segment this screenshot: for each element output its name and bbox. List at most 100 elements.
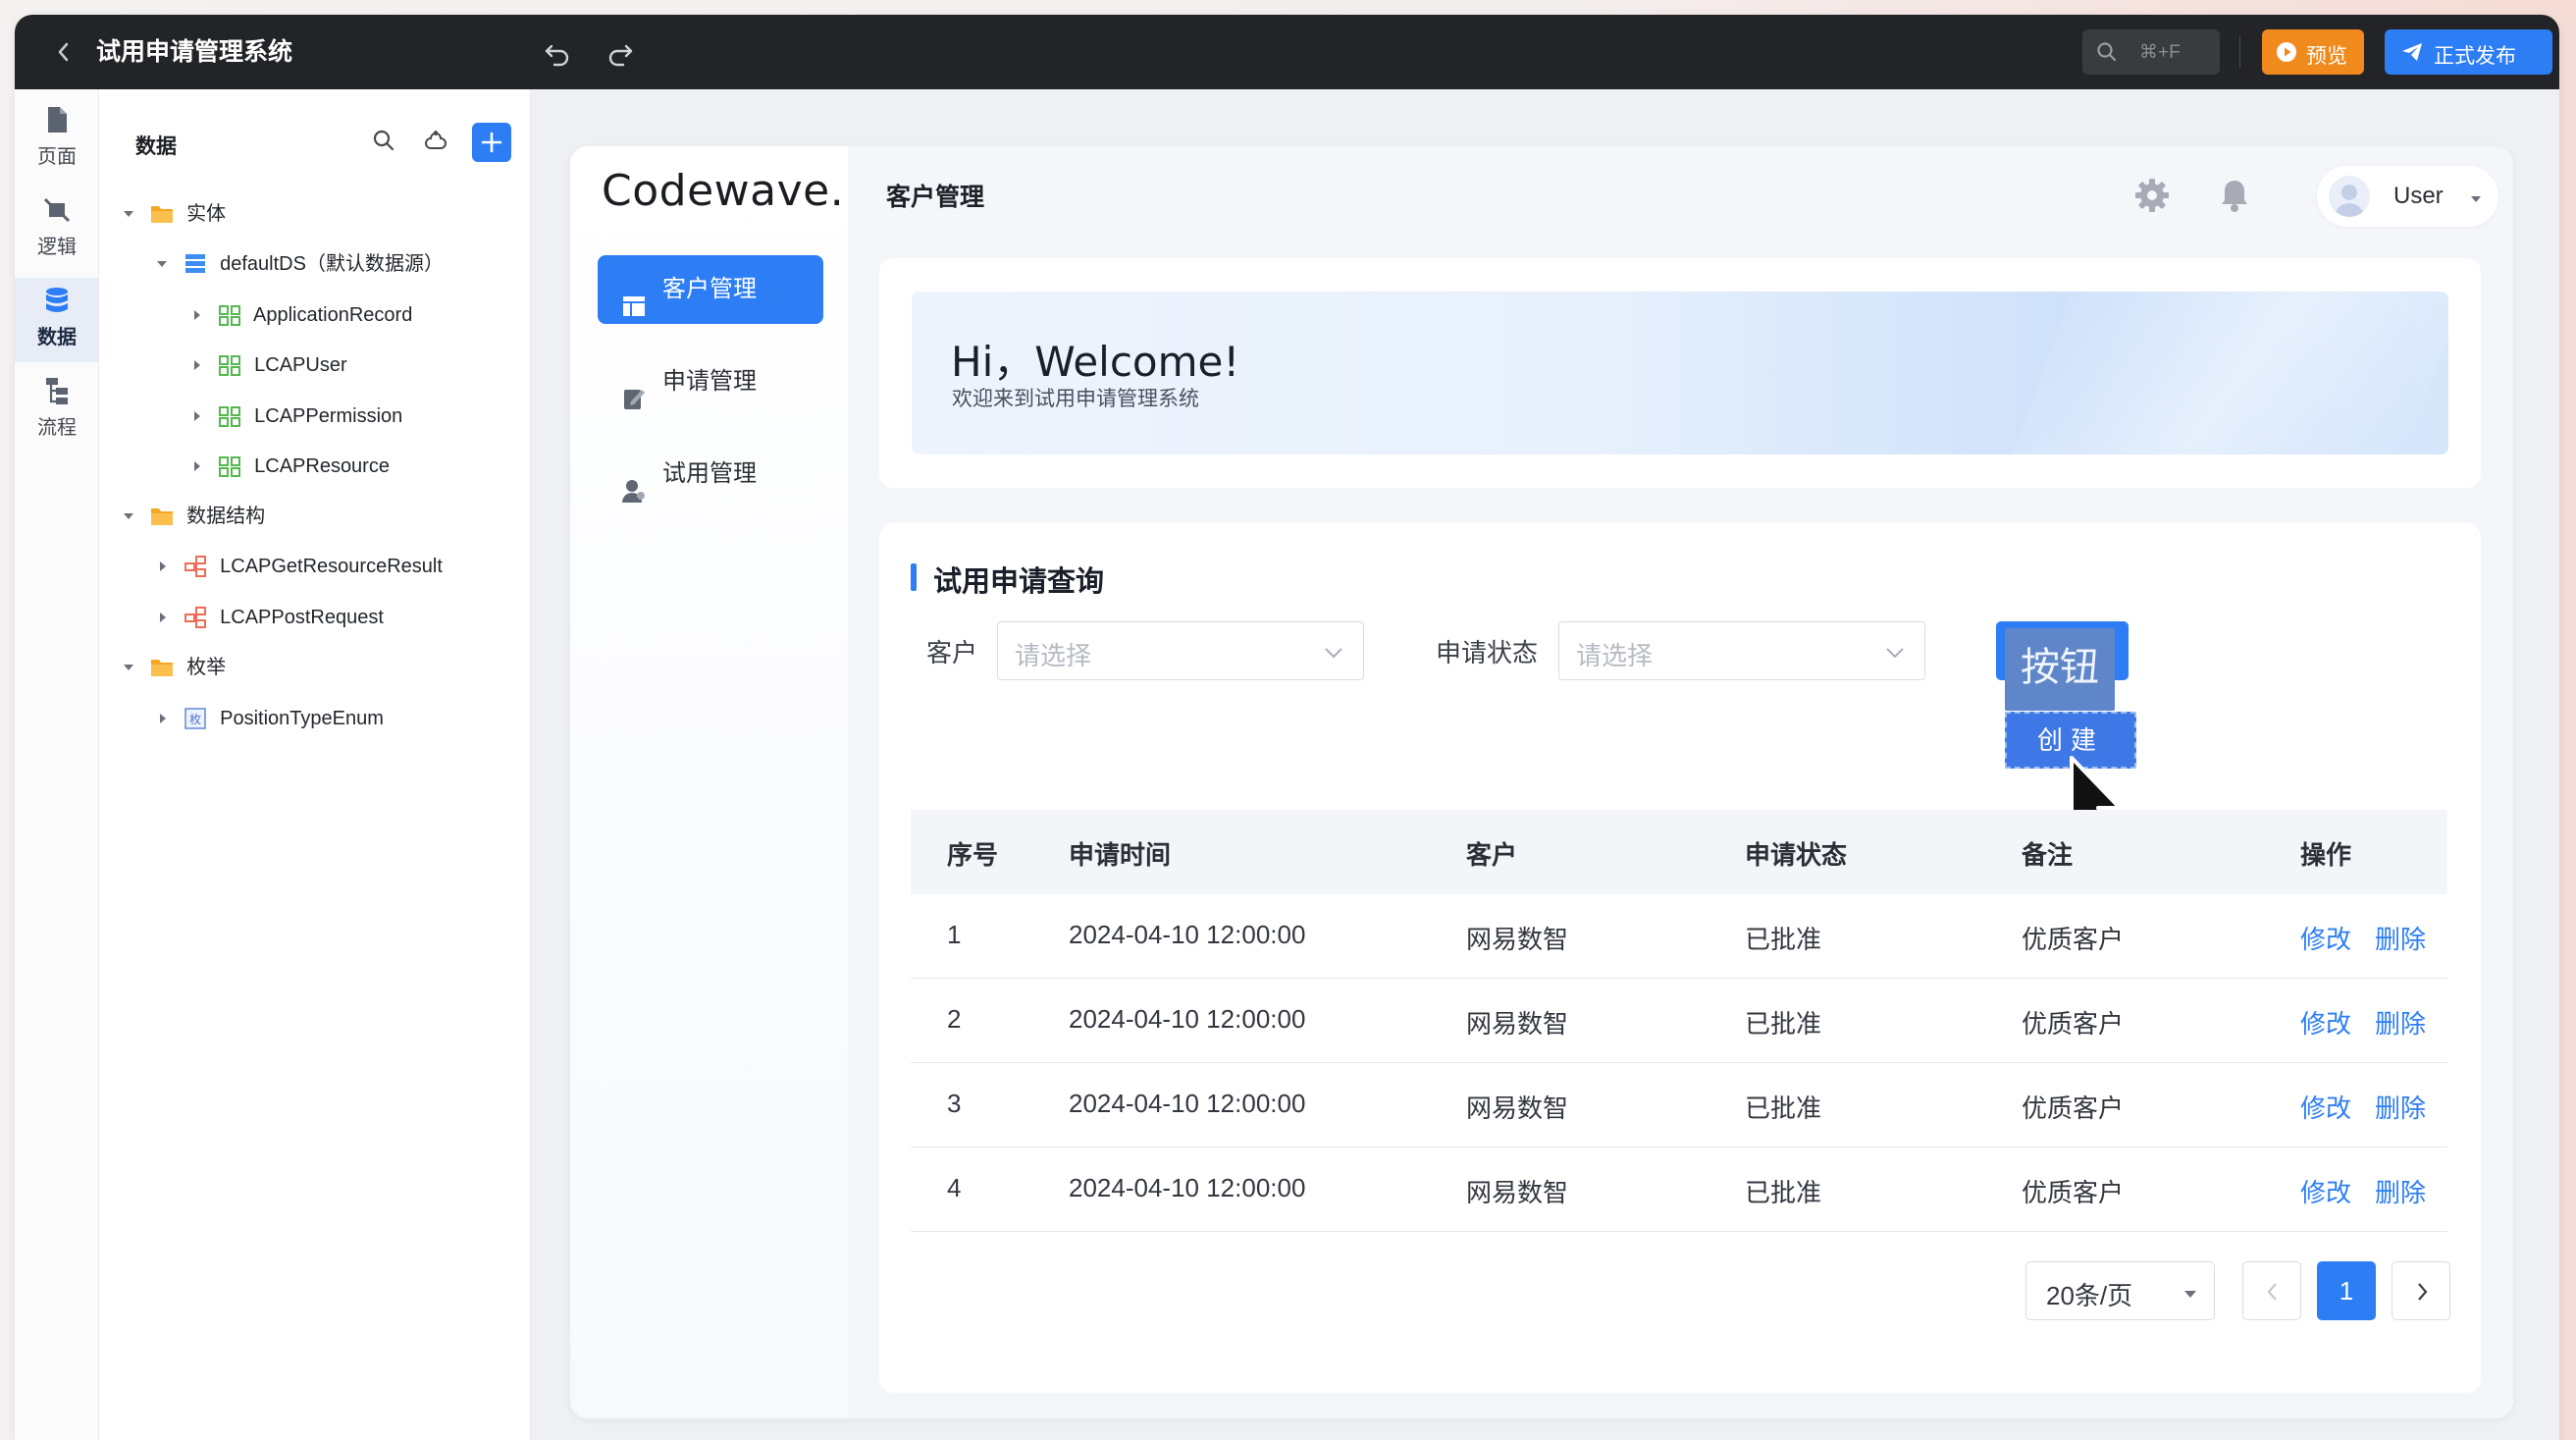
title-accent-bar <box>911 563 917 591</box>
collapse-caret-icon <box>190 297 202 333</box>
add-button[interactable] <box>472 123 511 162</box>
datasource-icon <box>184 246 207 282</box>
customer-select[interactable]: 请选择 <box>997 621 1364 680</box>
tree-label: 数据结构 <box>186 506 266 527</box>
flow-icon <box>43 376 71 405</box>
cell-customer: 网易数智 <box>1466 1178 1569 1207</box>
banner-decoration <box>1993 292 2448 454</box>
preview-label: 预览 <box>2306 45 2347 68</box>
delete-link[interactable]: 删除 <box>2375 1089 2426 1125</box>
cell-time: 2024-04-10 12:00:00 <box>1069 1089 1306 1118</box>
delete-link[interactable]: 删除 <box>2375 920 2426 956</box>
table-row: 4 2024-04-10 12:00:00 网易数智 已批准 优质客户 修改 删… <box>911 1147 2447 1232</box>
structure-icon <box>184 549 207 584</box>
data-panel-title: 数据 <box>135 135 177 158</box>
tree-label: LCAPPermission <box>254 405 403 427</box>
customer-placeholder: 请选择 <box>1015 641 1092 670</box>
rail-item-logic[interactable]: 逻辑 <box>15 187 99 272</box>
chevron-left-icon <box>2267 1283 2277 1301</box>
cell-note: 优质客户 <box>2022 925 2125 954</box>
tree-label: PositionTypeEnum <box>220 708 384 729</box>
edit-link[interactable]: 修改 <box>2300 1173 2351 1209</box>
tree-label: LCAPUser <box>254 354 347 376</box>
database-icon <box>43 286 71 315</box>
current-page-button[interactable]: 1 <box>2317 1261 2376 1320</box>
folder-icon <box>150 499 174 534</box>
rail-item-flow[interactable]: 流程 <box>15 368 99 453</box>
search-shortcut: ⌘+F <box>2139 42 2181 63</box>
page-title: 客户管理 <box>886 184 985 211</box>
edit-doc-icon <box>621 370 647 409</box>
cell-time: 2024-04-10 12:00:00 <box>1069 1004 1306 1034</box>
tree-label: LCAPResource <box>254 455 390 477</box>
status-select[interactable]: 请选择 <box>1558 621 1925 680</box>
cell-no: 3 <box>947 1089 962 1118</box>
table-row: 3 2024-04-10 12:00:00 网易数智 已批准 优质客户 修改 删… <box>911 1063 2447 1147</box>
tree-node-entity[interactable]: LCAPResource <box>190 449 390 484</box>
nav-item-application[interactable]: 申请管理 <box>598 347 823 416</box>
preview-button[interactable]: 预览 <box>2262 29 2364 75</box>
rail-item-data[interactable]: 数据 <box>15 278 99 362</box>
structure-icon <box>184 600 207 635</box>
undo-icon[interactable] <box>543 38 572 68</box>
toolbar-divider <box>2239 36 2240 68</box>
redo-icon[interactable] <box>605 38 635 68</box>
play-icon <box>2276 41 2297 63</box>
search-icon[interactable] <box>372 129 395 152</box>
back-icon[interactable] <box>52 38 76 66</box>
cell-customer: 网易数智 <box>1466 1009 1569 1039</box>
tree-node-datasource[interactable]: defaultDS（默认数据源） <box>156 246 444 282</box>
user-menu[interactable]: User <box>2317 166 2498 227</box>
tree-node-structure-folder[interactable]: 数据结构 <box>123 499 265 534</box>
gear-icon[interactable] <box>2132 176 2172 215</box>
delete-link[interactable]: 删除 <box>2375 1004 2426 1040</box>
data-panel: 数据 实体 defaultDS（默认数据源） ApplicationRecord <box>99 89 531 1440</box>
caret-down-icon <box>2470 191 2482 202</box>
tree-node-structure[interactable]: LCAPGetResourceResult <box>156 549 443 584</box>
welcome-card: Hi，Welcome! 欢迎来到试用申请管理系统 <box>879 258 2481 488</box>
nav-item-trial[interactable]: 试用管理 <box>598 440 823 508</box>
layout-icon <box>621 278 647 316</box>
tree-node-entity[interactable]: LCAPUser <box>190 347 347 383</box>
rail-item-page[interactable]: 页面 <box>15 97 99 182</box>
tree-node-enum-folder[interactable]: 枚举 <box>123 650 226 685</box>
search-icon <box>2096 41 2118 63</box>
cloud-icon[interactable] <box>423 129 448 154</box>
tree-node-entity[interactable]: LCAPPermission <box>190 399 402 434</box>
user-name: User <box>2393 183 2444 209</box>
bell-icon[interactable] <box>2215 176 2254 215</box>
next-page-button[interactable] <box>2392 1261 2450 1320</box>
page-size-select[interactable]: 20条/页 <box>2025 1261 2215 1320</box>
rail-label-flow: 流程 <box>37 417 77 439</box>
page-icon <box>43 105 71 134</box>
tree-node-entity-folder[interactable]: 实体 <box>123 196 226 232</box>
delete-link[interactable]: 删除 <box>2375 1173 2426 1209</box>
app-preview: Codewave. 客户管理 申请管理 试用管理 客户管理 User Hi，We… <box>570 146 2513 1418</box>
tree-node-structure[interactable]: LCAPPostRequest <box>156 600 384 635</box>
edit-link[interactable]: 修改 <box>2300 1089 2351 1125</box>
rail-label-data: 数据 <box>37 327 77 348</box>
collapse-caret-icon <box>190 399 202 434</box>
cell-note: 优质客户 <box>2022 1093 2125 1123</box>
entity-icon <box>218 449 241 484</box>
global-search-button[interactable]: ⌘+F <box>2082 29 2220 75</box>
collapse-caret-icon <box>156 600 168 635</box>
status-placeholder: 请选择 <box>1576 641 1654 670</box>
nav-item-customer[interactable]: 客户管理 <box>598 255 823 324</box>
cell-time: 2024-04-10 12:00:00 <box>1069 920 1306 949</box>
cell-note: 优质客户 <box>2022 1178 2125 1207</box>
prev-page-button[interactable] <box>2242 1261 2301 1320</box>
dragging-button-text: 按钮 <box>2021 646 2099 689</box>
expand-caret-icon <box>123 499 134 534</box>
tree-node-entity[interactable]: ApplicationRecord <box>190 297 412 333</box>
rail-label-logic: 逻辑 <box>37 237 77 258</box>
customer-label: 客户 <box>926 638 978 667</box>
tree-node-enum[interactable]: 枚 PositionTypeEnum <box>156 701 384 736</box>
edit-link[interactable]: 修改 <box>2300 920 2351 956</box>
edit-link[interactable]: 修改 <box>2300 1004 2351 1040</box>
publish-button[interactable]: 正式发布 <box>2385 29 2552 75</box>
design-canvas: Codewave. 客户管理 申请管理 试用管理 客户管理 User Hi，We… <box>531 89 2559 1440</box>
cell-status: 已批准 <box>1745 1178 1822 1207</box>
caret-down-icon <box>2183 1287 2197 1298</box>
cell-status: 已批准 <box>1745 1093 1822 1123</box>
